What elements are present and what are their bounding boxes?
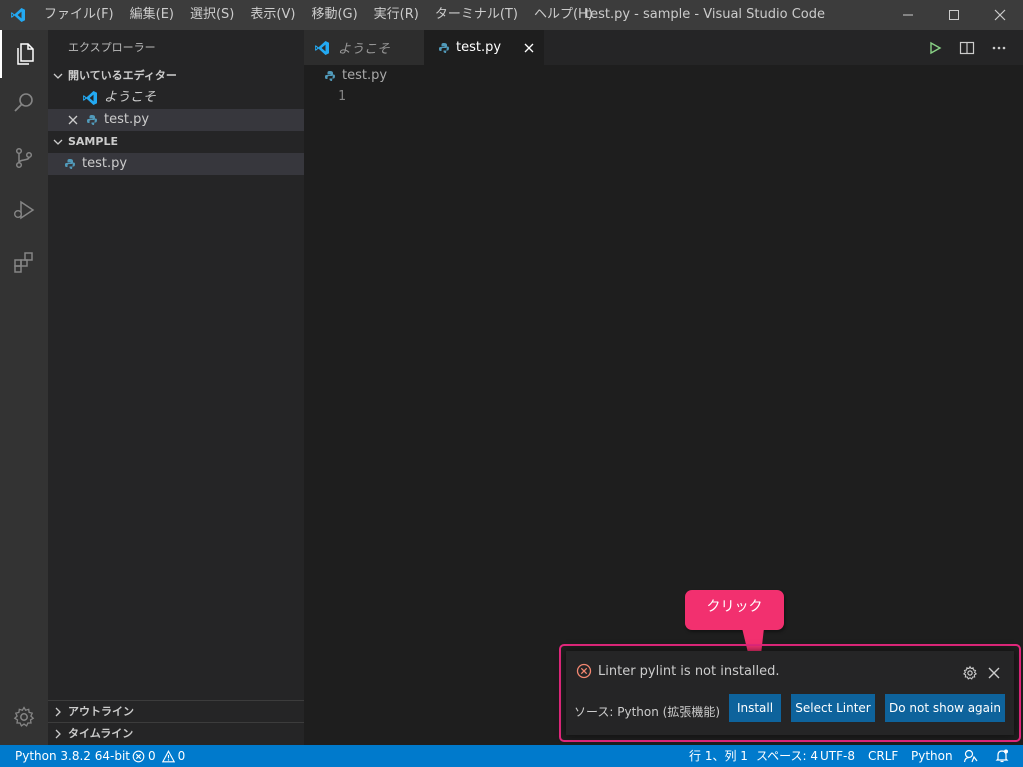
- error-count: 0: [148, 749, 156, 763]
- open-editor-label: test.py: [104, 112, 150, 127]
- menu-terminal[interactable]: ターミナル(T): [427, 0, 526, 30]
- cursor-position[interactable]: 行 1、列 1: [689, 745, 748, 767]
- timeline-label: タイムライン: [68, 727, 134, 740]
- files-icon: [17, 43, 34, 65]
- gear-icon: [13, 706, 35, 727]
- extensions-activity[interactable]: [0, 238, 48, 286]
- vscode-logo-icon: [0, 0, 36, 30]
- sidebar-title: エクスプローラー: [68, 41, 156, 54]
- error-icon: [132, 750, 145, 763]
- encoding[interactable]: UTF-8: [820, 745, 855, 767]
- notification-close-button[interactable]: [982, 663, 1006, 683]
- notifications-bell-icon[interactable]: [994, 745, 1010, 767]
- chevron-right-icon: [48, 707, 68, 717]
- python-file-icon: [86, 114, 104, 126]
- close-editor-icon[interactable]: [68, 115, 86, 125]
- notification-source: ソース: Python (拡張機能): [574, 705, 721, 719]
- menu-bar: ファイル(F) 編集(E) 選択(S) 表示(V) 移動(G) 実行(R) ター…: [36, 0, 601, 30]
- menu-file[interactable]: ファイル(F): [36, 0, 122, 30]
- language-mode[interactable]: Python: [911, 745, 953, 767]
- indentation[interactable]: スペース: 4: [756, 745, 818, 767]
- source-control-activity[interactable]: [0, 134, 48, 182]
- explorer-activity[interactable]: [0, 30, 48, 78]
- source-control-icon: [15, 147, 33, 169]
- open-editor-test-py[interactable]: test.py: [48, 109, 304, 131]
- explorer-sidebar: エクスプローラー 開いているエディター ようこそ test.py SAMPLE …: [48, 30, 304, 745]
- select-linter-button[interactable]: Select Linter: [791, 694, 875, 722]
- open-editor-welcome[interactable]: ようこそ: [48, 87, 304, 109]
- python-interpreter[interactable]: Python 3.8.2 64-bit: [15, 745, 130, 767]
- tab-label: test.py: [456, 40, 502, 55]
- file-test-py[interactable]: test.py: [48, 153, 304, 175]
- do-not-show-again-button[interactable]: Do not show again: [885, 694, 1005, 722]
- window-title: test.py - sample - Visual Studio Code: [585, 7, 825, 22]
- click-callout: クリック: [685, 590, 784, 630]
- chevron-down-icon: [48, 137, 68, 147]
- vscode-file-icon: [314, 40, 338, 56]
- folder-label: SAMPLE: [68, 135, 118, 148]
- folder-header-sample[interactable]: SAMPLE: [48, 131, 304, 153]
- close-icon: [994, 9, 1006, 21]
- vscode-file-icon: [82, 90, 104, 106]
- search-activity[interactable]: [0, 78, 48, 126]
- python-file-icon: [438, 42, 456, 54]
- manage-activity[interactable]: [0, 693, 48, 741]
- python-file-icon: [324, 70, 342, 82]
- gear-icon: [962, 665, 978, 680]
- run-debug-activity[interactable]: [0, 186, 48, 234]
- outline-section[interactable]: アウトライン: [48, 700, 304, 723]
- menu-selection[interactable]: 選択(S): [182, 0, 242, 30]
- line-number: 1: [338, 89, 346, 104]
- open-editor-label: ようこそ: [104, 90, 157, 105]
- outline-label: アウトライン: [68, 705, 134, 718]
- split-editor-button[interactable]: [951, 30, 983, 65]
- notification-settings-button[interactable]: [958, 663, 982, 683]
- problems-indicator[interactable]: 0 0: [132, 745, 185, 767]
- breadcrumb-file: test.py: [342, 68, 388, 83]
- python-file-icon: [64, 158, 82, 170]
- menu-go[interactable]: 移動(G): [303, 0, 365, 30]
- error-icon: [576, 663, 598, 679]
- search-icon: [14, 93, 33, 112]
- close-icon: [988, 667, 1000, 679]
- open-editors-header[interactable]: 開いているエディター: [48, 65, 304, 87]
- editor-tab-bar: ようこそ test.py: [304, 30, 1023, 65]
- feedback-icon[interactable]: [963, 745, 979, 767]
- warning-count: 0: [177, 749, 186, 763]
- notification-message: Linter pylint is not installed.: [598, 663, 780, 679]
- activity-bar: [0, 30, 48, 745]
- open-editors-label: 開いているエディター: [68, 69, 177, 82]
- status-bar: Python 3.8.2 64-bit 0 0 行 1、列 1 スペース: 4 …: [0, 745, 1023, 767]
- line-ending[interactable]: CRLF: [868, 745, 898, 767]
- menu-edit[interactable]: 編集(E): [122, 0, 182, 30]
- chevron-right-icon: [48, 729, 68, 739]
- maximize-icon: [949, 10, 959, 20]
- maximize-button[interactable]: [931, 0, 977, 30]
- chevron-down-icon: [48, 71, 68, 81]
- install-button[interactable]: Install: [729, 694, 781, 722]
- run-python-file-button[interactable]: [919, 30, 951, 65]
- file-label: test.py: [82, 156, 128, 171]
- minimize-icon: [903, 14, 913, 16]
- ellipsis-icon: [992, 46, 1006, 49]
- linter-notification: Linter pylint is not installed. ソース: Pyt…: [566, 651, 1014, 735]
- warning-icon: [161, 749, 175, 763]
- tab-welcome[interactable]: ようこそ: [304, 30, 424, 65]
- more-actions-button[interactable]: [983, 30, 1015, 65]
- play-icon: [930, 41, 942, 54]
- extensions-icon: [14, 252, 33, 273]
- menu-view[interactable]: 表示(V): [242, 0, 303, 30]
- split-editor-icon: [959, 41, 975, 54]
- title-bar: ファイル(F) 編集(E) 選択(S) 表示(V) 移動(G) 実行(R) ター…: [0, 0, 1023, 30]
- close-tab-icon[interactable]: [524, 42, 534, 57]
- menu-run[interactable]: 実行(R): [366, 0, 427, 30]
- tab-label: ようこそ: [338, 42, 391, 57]
- breadcrumb[interactable]: test.py: [304, 65, 387, 87]
- tab-test-py[interactable]: test.py: [424, 30, 544, 65]
- timeline-section[interactable]: タイムライン: [48, 722, 304, 745]
- minimize-button[interactable]: [885, 0, 931, 30]
- run-debug-icon: [14, 200, 35, 220]
- close-window-button[interactable]: [977, 0, 1023, 30]
